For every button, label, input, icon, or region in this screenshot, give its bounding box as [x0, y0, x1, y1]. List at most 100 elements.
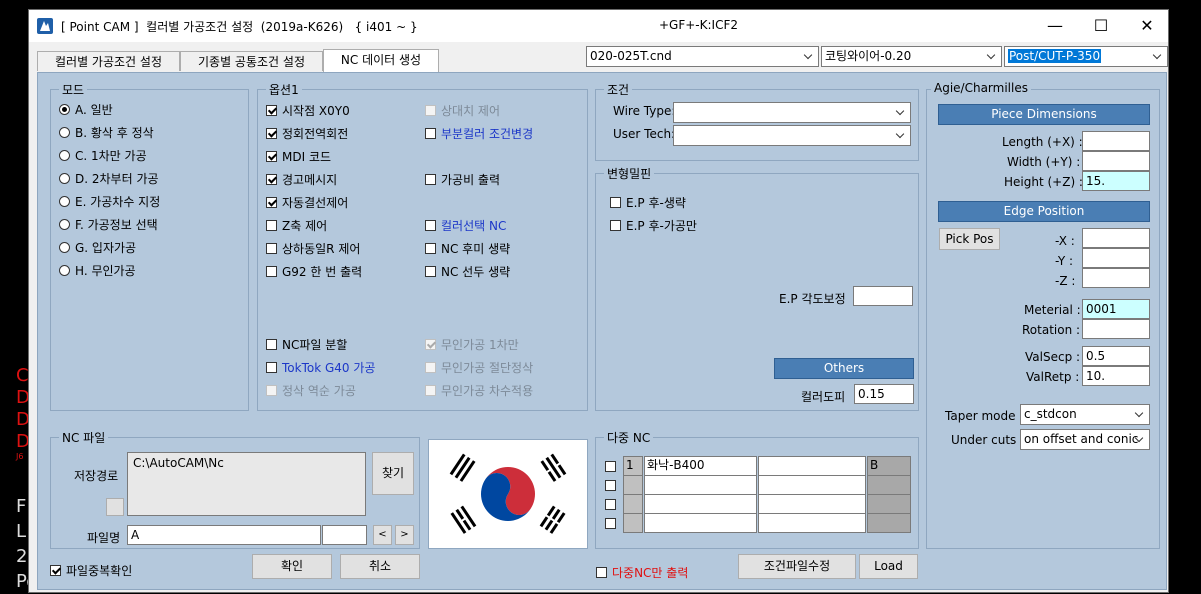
checkbox[interactable]	[266, 197, 277, 208]
opt-cost-output[interactable]: 가공비 출력	[425, 171, 500, 188]
opt-color-select-nc[interactable]: 컬러선택 NC	[425, 217, 506, 234]
opt-mdi-code[interactable]: MDI 코드	[266, 148, 331, 165]
checkbox[interactable]	[610, 197, 621, 208]
mode-option-h[interactable]: H. 무인가공	[59, 262, 136, 279]
mode-option-e[interactable]: E. 가공차수 지정	[59, 193, 160, 210]
multi-nc-name[interactable]	[644, 494, 757, 514]
opt-relative[interactable]: 상대치 제어	[425, 102, 500, 119]
opt-same-r[interactable]: 상하동일R 제어	[266, 240, 360, 257]
opt-unmanned-order[interactable]: 무인가공 차수적용	[425, 382, 533, 399]
z-input[interactable]	[1082, 268, 1150, 288]
mode-option-f[interactable]: F. 가공정보 선택	[59, 216, 158, 233]
checkbox[interactable]	[425, 385, 436, 396]
dup-check-checkbox[interactable]: 파일중복확인	[50, 562, 132, 579]
radio[interactable]	[59, 265, 70, 276]
opt-partial-color[interactable]: 부분컬러 조건변경	[425, 125, 533, 142]
ok-button[interactable]: 확인	[252, 554, 332, 579]
cancel-button[interactable]: 취소	[340, 554, 420, 579]
multi-nc-name[interactable]: 화낙-B400	[644, 456, 757, 476]
checkbox[interactable]	[425, 266, 436, 277]
checkbox[interactable]	[266, 243, 277, 254]
height-input[interactable]: 15.	[1082, 171, 1150, 191]
radio[interactable]	[59, 104, 70, 115]
checkbox[interactable]	[266, 339, 277, 350]
width-input[interactable]	[1082, 151, 1150, 171]
filename-ext-input[interactable]	[322, 525, 367, 545]
multi-nc-extra[interactable]	[758, 494, 866, 514]
edit-condition-file-button[interactable]: 조건파일수정	[738, 554, 856, 579]
tab-color-conditions[interactable]: 컬러별 가공조건 설정	[37, 51, 180, 71]
tab-nc-generate[interactable]: NC 데이터 생성	[323, 49, 439, 72]
multi-nc-name[interactable]	[644, 475, 757, 495]
checkbox[interactable]	[425, 362, 436, 373]
checkbox[interactable]	[266, 105, 277, 116]
radio[interactable]	[59, 127, 70, 138]
taper-mode-combo[interactable]: c_stdcon	[1020, 404, 1150, 425]
checkbox[interactable]	[425, 339, 436, 350]
maximize-button[interactable]: ☐	[1078, 10, 1124, 42]
filename-input[interactable]: A	[127, 525, 321, 545]
post-combo[interactable]: Post/CUT-P-350	[1004, 46, 1168, 67]
opt-g92-once[interactable]: G92 한 번 출력	[266, 263, 362, 280]
checkbox[interactable]	[425, 243, 436, 254]
opt-finish-reverse[interactable]: 정삭 역순 가공	[266, 382, 356, 399]
checkbox[interactable]	[596, 567, 607, 578]
under-cuts-combo[interactable]: on offset and conic	[1020, 429, 1150, 450]
mode-option-a[interactable]: A. 일반	[59, 101, 113, 118]
multi-nc-row-check[interactable]	[605, 518, 616, 529]
deform-ep-skip[interactable]: E.P 후-생략	[610, 194, 686, 211]
pick-pos-button[interactable]: Pick Pos	[939, 228, 1000, 250]
mode-option-b[interactable]: B. 황삭 후 정삭	[59, 124, 154, 141]
opt-toktok-g40[interactable]: TokTok G40 가공	[266, 359, 375, 376]
radio[interactable]	[59, 219, 70, 230]
x-input[interactable]	[1082, 228, 1150, 248]
mode-option-d[interactable]: D. 2차부터 가공	[59, 170, 159, 187]
multi-nc-extra[interactable]	[758, 475, 866, 495]
multi-nc-row-check[interactable]	[605, 461, 616, 472]
wire-type-combo[interactable]	[673, 102, 911, 123]
ep-angle-input[interactable]	[853, 286, 913, 306]
opt-nc-head-skip[interactable]: NC 선두 생략	[425, 263, 510, 280]
checkbox[interactable]	[425, 105, 436, 116]
checkbox[interactable]	[266, 174, 277, 185]
radio[interactable]	[59, 242, 70, 253]
opt-nc-split[interactable]: NC파일 분할	[266, 336, 347, 353]
browse-button[interactable]: 찾기	[372, 452, 414, 495]
checkbox[interactable]	[425, 128, 436, 139]
wire-combo[interactable]: 코팅와이어-0.20	[821, 46, 1002, 67]
checkbox[interactable]	[266, 151, 277, 162]
multi-nc-name[interactable]	[644, 513, 757, 533]
opt-rotation[interactable]: 정회전역회전	[266, 125, 348, 142]
checkbox[interactable]	[266, 128, 277, 139]
valretp-input[interactable]: 10.	[1082, 366, 1150, 386]
multi-nc-extra[interactable]	[758, 513, 866, 533]
color-depth-input[interactable]: 0.15	[854, 384, 914, 404]
checkbox[interactable]	[425, 220, 436, 231]
checkbox[interactable]	[266, 266, 277, 277]
opt-start-point[interactable]: 시작점 X0Y0	[266, 102, 350, 119]
mode-option-c[interactable]: C. 1차만 가공	[59, 147, 147, 164]
tab-machine-common[interactable]: 기종별 공통조건 설정	[180, 51, 323, 71]
checkbox[interactable]	[266, 220, 277, 231]
load-button[interactable]: Load	[859, 554, 918, 579]
opt-z-axis[interactable]: Z축 제어	[266, 217, 327, 234]
title-bar[interactable]: [ Point CAM ] 컬러별 가공조건 설정 (2019a-K626) {…	[29, 10, 1168, 42]
checkbox[interactable]	[610, 220, 621, 231]
condition-file-combo[interactable]: 020-025T.cnd	[586, 46, 819, 67]
radio[interactable]	[59, 173, 70, 184]
user-tech-combo[interactable]	[673, 125, 911, 146]
deform-ep-only[interactable]: E.P 후-가공만	[610, 217, 697, 234]
checkbox[interactable]	[425, 174, 436, 185]
multi-nc-row-check[interactable]	[605, 499, 616, 510]
radio[interactable]	[59, 196, 70, 207]
valsecp-input[interactable]: 0.5	[1082, 346, 1150, 366]
opt-warning[interactable]: 경고메시지	[266, 171, 337, 188]
multi-nc-row-check[interactable]	[605, 480, 616, 491]
small-square-button[interactable]	[106, 498, 124, 516]
mode-option-g[interactable]: G. 입자가공	[59, 239, 136, 256]
multi-nc-extra[interactable]	[758, 456, 866, 476]
checkbox[interactable]	[266, 362, 277, 373]
opt-nc-tail-skip[interactable]: NC 후미 생략	[425, 240, 510, 257]
rotation-input[interactable]	[1082, 319, 1150, 339]
checkbox[interactable]	[50, 565, 61, 576]
